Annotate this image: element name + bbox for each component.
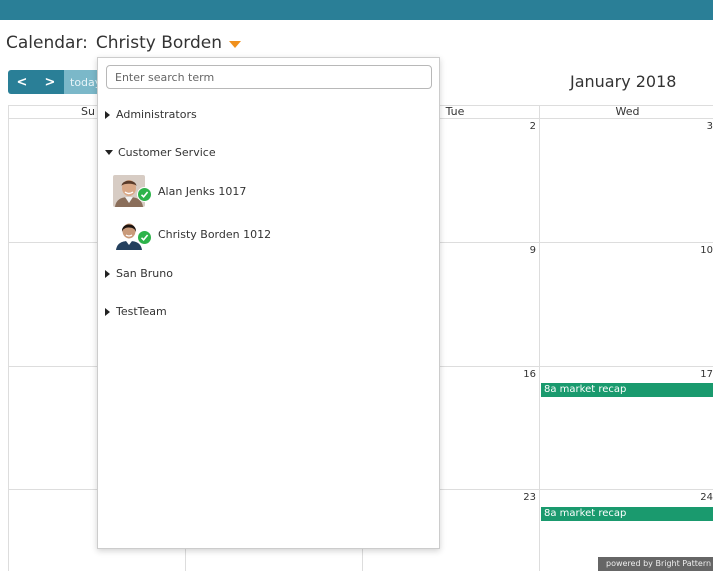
avatar — [113, 175, 152, 207]
group-label: TestTeam — [116, 305, 167, 318]
agent-item-alan-jenks[interactable]: Alan Jenks 1017 — [113, 175, 246, 207]
search-input[interactable] — [106, 65, 432, 89]
prev-button[interactable]: < — [8, 70, 36, 94]
day-number: 24 — [700, 492, 713, 503]
day-number: 3 — [706, 121, 713, 132]
expand-icon[interactable] — [105, 307, 110, 316]
agent-name: Alan Jenks 1017 — [158, 184, 247, 198]
day-number: 17 — [700, 369, 713, 380]
collapse-icon[interactable] — [105, 150, 113, 155]
day-number: 10 — [700, 245, 713, 256]
expand-icon[interactable] — [105, 269, 110, 278]
month-title: January 2018 — [570, 72, 677, 91]
grid-line — [539, 105, 540, 571]
next-button[interactable]: > — [36, 70, 64, 94]
status-available-icon — [137, 187, 152, 202]
calendar-navigation: < > today — [8, 70, 108, 94]
group-label: San Bruno — [116, 267, 173, 280]
day-number: 2 — [529, 121, 536, 132]
group-label: Administrators — [116, 108, 197, 121]
grid-line — [8, 105, 9, 571]
calendar-event[interactable]: 8a market recap — [541, 507, 713, 521]
group-customer-service[interactable]: Customer Service — [105, 146, 216, 159]
expand-icon[interactable] — [105, 110, 110, 119]
calendar-picker-dropdown: Administrators Customer Service Alan Jen… — [97, 57, 440, 549]
top-bar — [0, 0, 713, 20]
calendar-header: Calendar: Christy Borden — [6, 33, 241, 53]
agent-name: Christy Borden 1012 — [158, 227, 272, 241]
avatar — [113, 218, 152, 250]
day-header-wed: Wed — [615, 105, 640, 118]
group-administrators[interactable]: Administrators — [105, 108, 197, 121]
calendar-event[interactable]: 8a market recap — [541, 383, 713, 397]
calendar-selector[interactable]: Christy Borden — [96, 33, 222, 53]
calendar-prefix: Calendar: — [6, 33, 88, 53]
agent-item-christy-borden[interactable]: Christy Borden 1012 — [113, 218, 271, 250]
day-number: 16 — [523, 369, 536, 380]
day-header-tue: Tue — [445, 105, 465, 118]
day-number: 23 — [523, 492, 536, 503]
group-testteam[interactable]: TestTeam — [105, 305, 167, 318]
powered-by-badge: powered by Bright Pattern — [598, 557, 713, 571]
status-available-icon — [137, 230, 152, 245]
group-san-bruno[interactable]: San Bruno — [105, 267, 173, 280]
day-number: 9 — [529, 245, 536, 256]
caret-down-icon[interactable] — [229, 41, 241, 48]
group-label: Customer Service — [118, 146, 216, 159]
